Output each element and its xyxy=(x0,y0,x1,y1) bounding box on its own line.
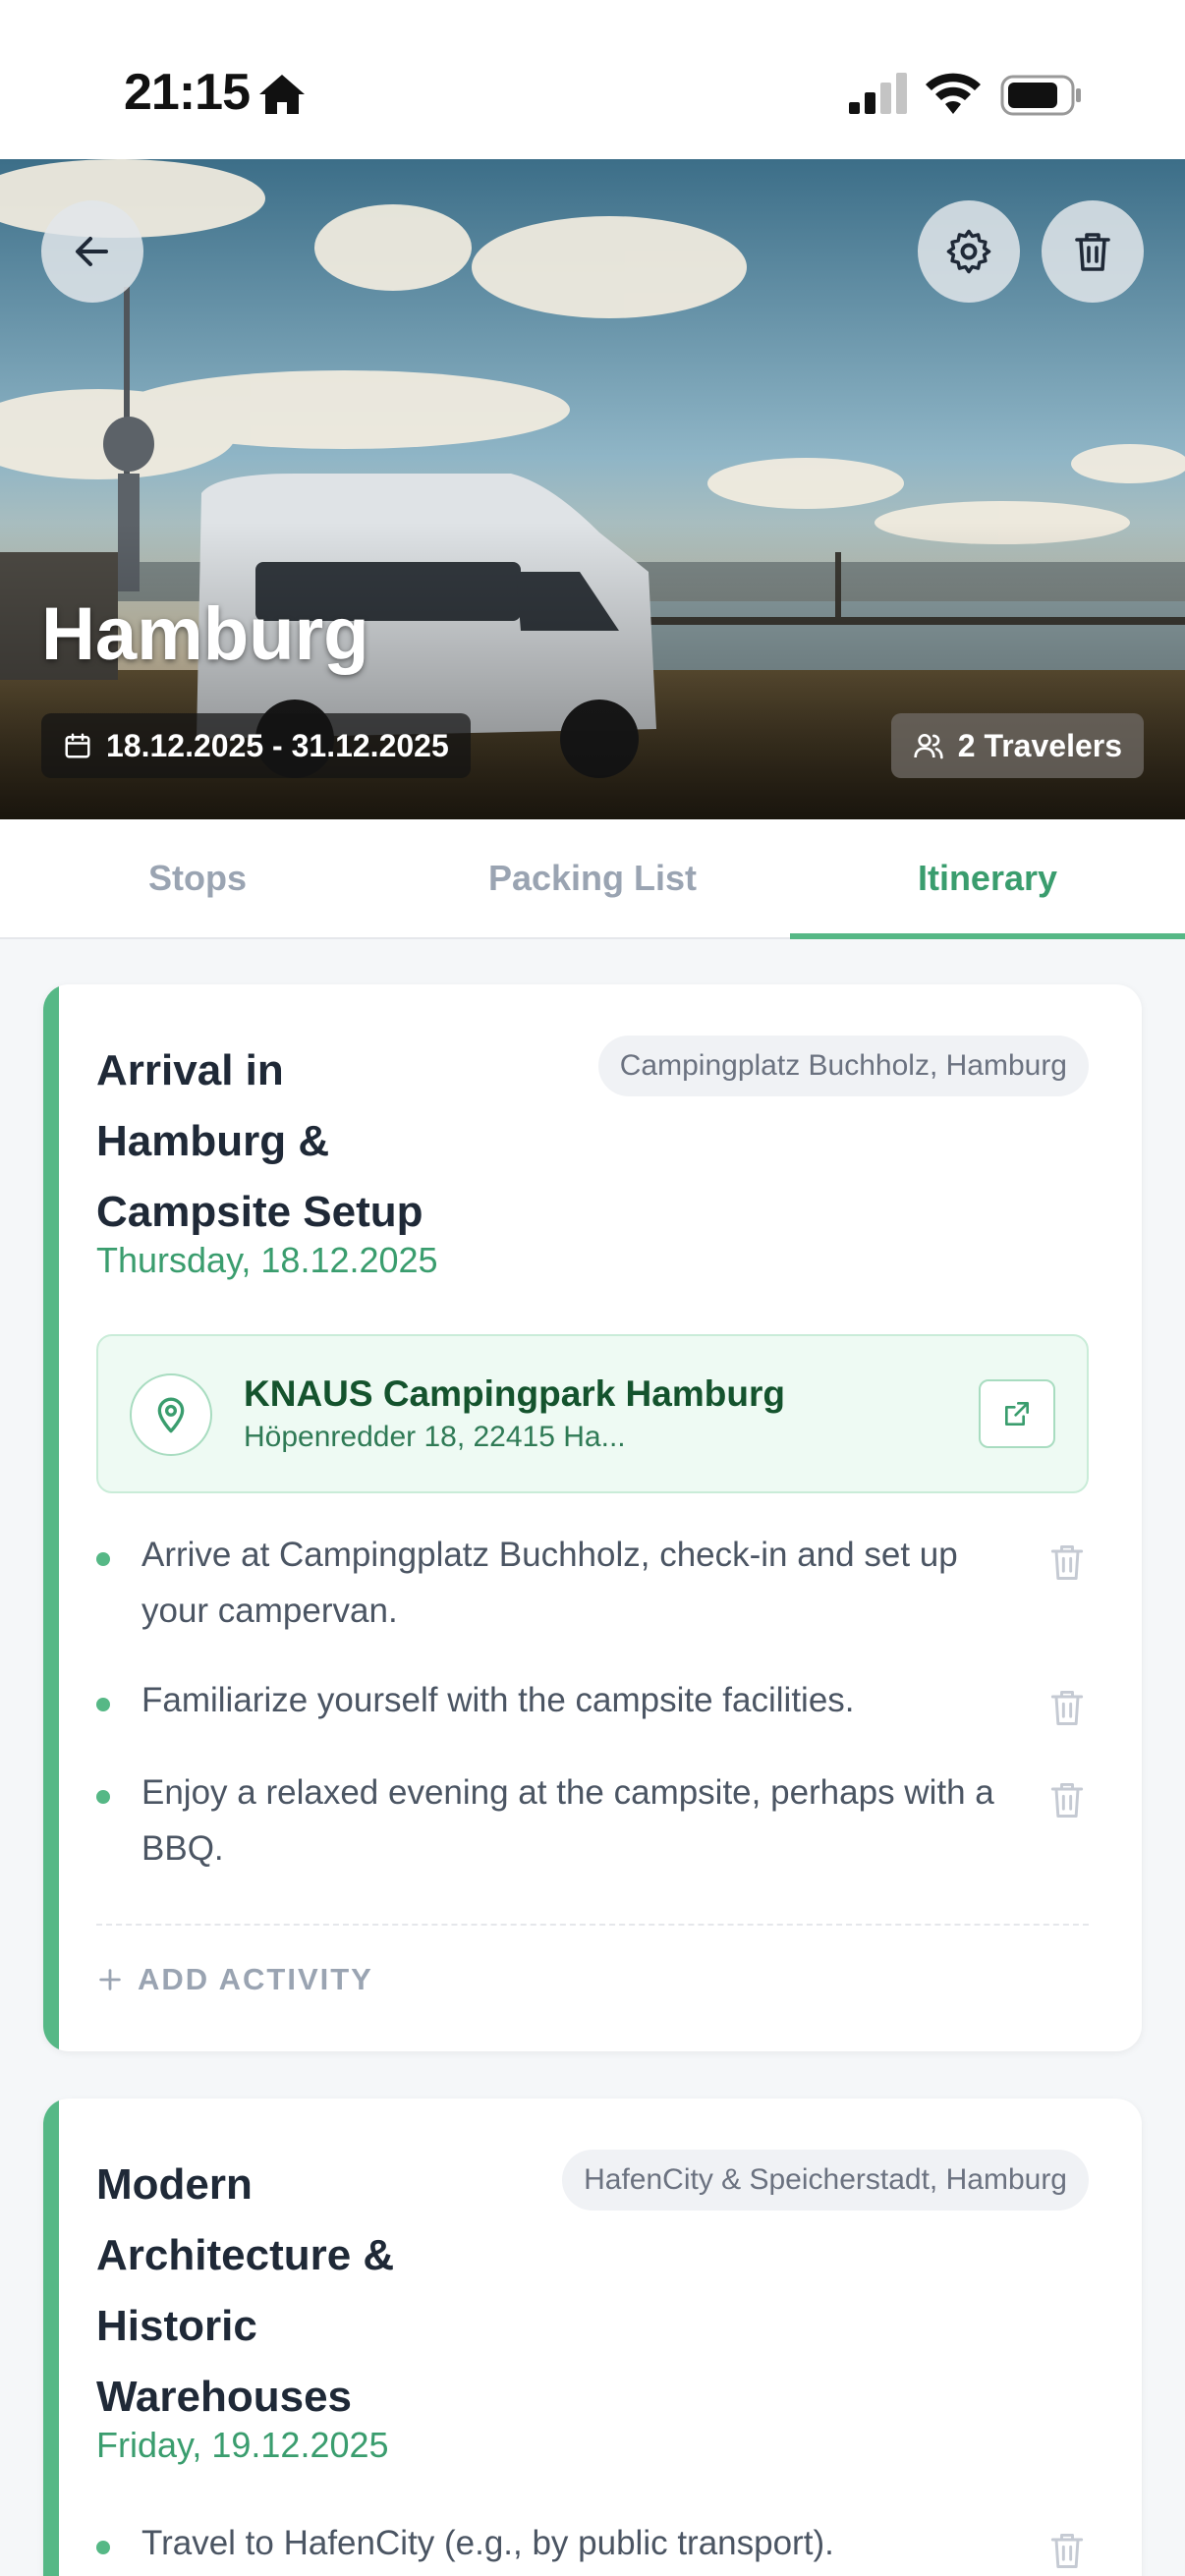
place-address: Höpenredder 18, 22415 Ha... xyxy=(244,1421,626,1453)
activity-divider xyxy=(96,1924,1089,1926)
activity-text: Travel to HafenCity (e.g., by public tra… xyxy=(141,2524,834,2562)
activity-text: Familiarize yourself with the campsite f… xyxy=(141,1681,855,1719)
activity-text: Enjoy a relaxed evening at the campsite,… xyxy=(141,1773,994,1868)
settings-button[interactable] xyxy=(918,200,1020,303)
add-activity-label: ADD ACTIVITY xyxy=(138,1962,373,1996)
day-title-line: Architecture & xyxy=(96,2231,395,2279)
trip-hero: Hamburg 18.12.2025 - 31.12.2025 2 Travel… xyxy=(0,159,1185,819)
location-chip: Campingplatz Buchholz, Hamburg xyxy=(597,1036,1089,1096)
trip-title: Hamburg xyxy=(41,592,369,676)
home-icon xyxy=(259,75,305,114)
location-chip: HafenCity & Speicherstadt, Hamburg xyxy=(562,2150,1089,2211)
map-pin-badge xyxy=(130,1373,212,1456)
delete-activity-icon[interactable] xyxy=(1045,2529,1089,2572)
add-activity-button[interactable]: ADD ACTIVITY xyxy=(96,1957,373,2002)
activity-item: Travel to HafenCity (e.g., by public tra… xyxy=(96,2524,1089,2576)
battery-icon xyxy=(1000,75,1081,116)
day-date: Friday, 19.12.2025 xyxy=(96,2425,389,2465)
place-card[interactable]: KNAUS Campingpark Hamburg Höpenredder 18… xyxy=(96,1334,1089,1493)
date-range-badge: 18.12.2025 - 31.12.2025 xyxy=(41,713,471,778)
delete-trip-button[interactable] xyxy=(1042,200,1144,303)
plus-icon xyxy=(99,1969,121,1990)
delete-activity-icon[interactable] xyxy=(1045,1540,1089,1584)
date-range-text: 18.12.2025 - 31.12.2025 xyxy=(106,727,449,763)
map-pin-icon xyxy=(157,1397,185,1433)
back-button[interactable] xyxy=(41,200,143,303)
users-icon xyxy=(914,734,943,759)
activity-bullet xyxy=(96,2541,110,2554)
tab-stops[interactable]: Stops xyxy=(0,819,395,937)
wifi-icon xyxy=(926,73,981,114)
arrow-left-icon xyxy=(76,237,108,266)
day-title-line: Campsite Setup xyxy=(96,1188,423,1236)
tab-itinerary[interactable]: Itinerary xyxy=(790,819,1185,939)
delete-activity-icon[interactable] xyxy=(1045,1686,1089,1729)
day-title-line: Historic xyxy=(96,2302,257,2350)
activity-bullet xyxy=(96,1790,110,1804)
day-card: Arrival in Hamburg & Campsite Setup Camp… xyxy=(43,984,1142,2051)
day-title-line: Modern xyxy=(96,2160,253,2209)
activity-item: Enjoy a relaxed evening at the campsite,… xyxy=(96,1773,1089,1892)
activity-item: Arrive at Campingplatz Buchholz, check-i… xyxy=(96,1536,1089,1654)
day-date: Thursday, 18.12.2025 xyxy=(96,1240,438,1280)
status-bar: 21:15 xyxy=(0,0,1185,159)
activity-bullet xyxy=(96,1698,110,1711)
day-title: Arrival in Hamburg & Campsite Setup xyxy=(96,1036,489,1248)
activity-text: Arrive at Campingplatz Buchholz, check-i… xyxy=(141,1536,958,1630)
trip-tabs: Stops Packing List Itinerary xyxy=(0,819,1185,939)
day-card: Modern Architecture & Historic Warehouse… xyxy=(43,2099,1142,2576)
activity-item: Familiarize yourself with the campsite f… xyxy=(96,1681,1089,1741)
day-title-line: Arrival in xyxy=(96,1046,284,1094)
place-name: KNAUS Campingpark Hamburg xyxy=(244,1373,785,1414)
calendar-icon xyxy=(65,733,90,758)
status-time: 21:15 xyxy=(124,64,251,121)
open-place-button[interactable] xyxy=(979,1379,1055,1448)
day-title-line: Warehouses xyxy=(96,2373,353,2421)
travelers-badge: 2 Travelers xyxy=(890,713,1144,778)
cellular-signal-icon xyxy=(849,73,907,114)
external-link-icon xyxy=(1004,1402,1029,1426)
gear-icon xyxy=(946,229,991,274)
travelers-text: 2 Travelers xyxy=(957,727,1122,763)
delete-activity-icon[interactable] xyxy=(1045,1778,1089,1821)
day-title: Modern Architecture & Historic Warehouse… xyxy=(96,2150,489,2433)
day-title-line: Hamburg & xyxy=(96,1117,330,1165)
tab-packing-list[interactable]: Packing List xyxy=(395,819,790,937)
trash-icon xyxy=(1075,233,1110,271)
activity-bullet xyxy=(96,1552,110,1566)
